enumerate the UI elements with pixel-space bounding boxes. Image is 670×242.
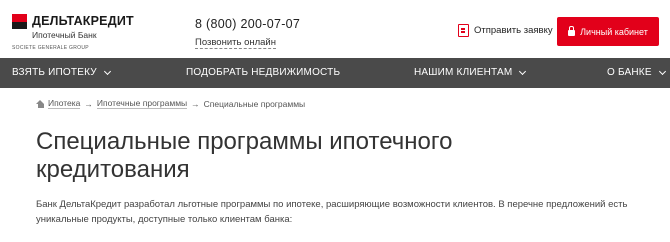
breadcrumb: Ипотека → Ипотечные программы → Специаль… [36,98,305,109]
chevron-down-icon [519,67,527,76]
breadcrumb-link-mortgage[interactable]: Ипотека [48,98,81,109]
logo-subtitle: Ипотечный Банк [32,30,97,40]
nav-item-label: ПОДОБРАТЬ НЕДВИЖИМОСТЬ [186,67,341,78]
application-form-icon [458,24,469,37]
bank-logo[interactable]: ДЕЛЬТАКРЕДИТ Ипотечный Банк SOCIETE GENE… [12,14,142,51]
nav-item-label: О БАНКЕ [607,67,652,78]
page-title: Специальные программы ипотечного кредито… [36,128,453,183]
home-icon[interactable] [36,99,45,108]
contact-block: 8 (800) 200-07-07 Позвонить онлайн [195,17,300,50]
breadcrumb-link-programs[interactable]: Ипотечные программы [96,98,188,109]
nav-item-label: ВЗЯТЬ ИПОТЕКУ [12,67,97,78]
nav-item-get-mortgage[interactable]: ВЗЯТЬ ИПОТЕКУ [12,58,111,88]
main-nav: ВЗЯТЬ ИПОТЕКУ ПОДОБРАТЬ НЕДВИЖИМОСТЬ НАШ… [0,58,670,88]
nav-item-for-clients[interactable]: НАШИМ КЛИЕНТАМ [414,58,527,88]
intro-text: Банк ДельтаКредит разработал льготные пр… [36,199,628,225]
chevron-down-icon [658,67,666,76]
chevron-down-icon [103,67,111,76]
nav-item-label: НАШИМ КЛИЕНТАМ [414,67,513,78]
phone-number[interactable]: 8 (800) 200-07-07 [195,17,300,32]
logo-group: SOCIETE GENERALE GROUP [12,45,89,51]
send-application-label: Отправить заявку [474,25,553,36]
breadcrumb-separator: → [84,98,93,109]
personal-account-button[interactable]: Личный кабинет [557,17,659,46]
send-application-link[interactable]: Отправить заявку [458,24,553,37]
logo-name: ДЕЛЬТАКРЕДИТ [32,14,134,28]
breadcrumb-separator: → [191,98,200,109]
logo-mark-icon [12,14,27,29]
site-header: ДЕЛЬТАКРЕДИТ Ипотечный Банк SOCIETE GENE… [0,0,670,58]
personal-account-label: Личный кабинет [580,26,648,37]
nav-item-about-bank[interactable]: О БАНКЕ [607,58,666,88]
breadcrumb-current: Специальные программы [203,98,306,109]
lock-icon [568,26,576,36]
nav-item-find-property[interactable]: ПОДОБРАТЬ НЕДВИЖИМОСТЬ [186,58,340,88]
logo-top: ДЕЛЬТАКРЕДИТ [12,14,142,29]
call-online-link[interactable]: Позвонить онлайн [195,37,276,49]
